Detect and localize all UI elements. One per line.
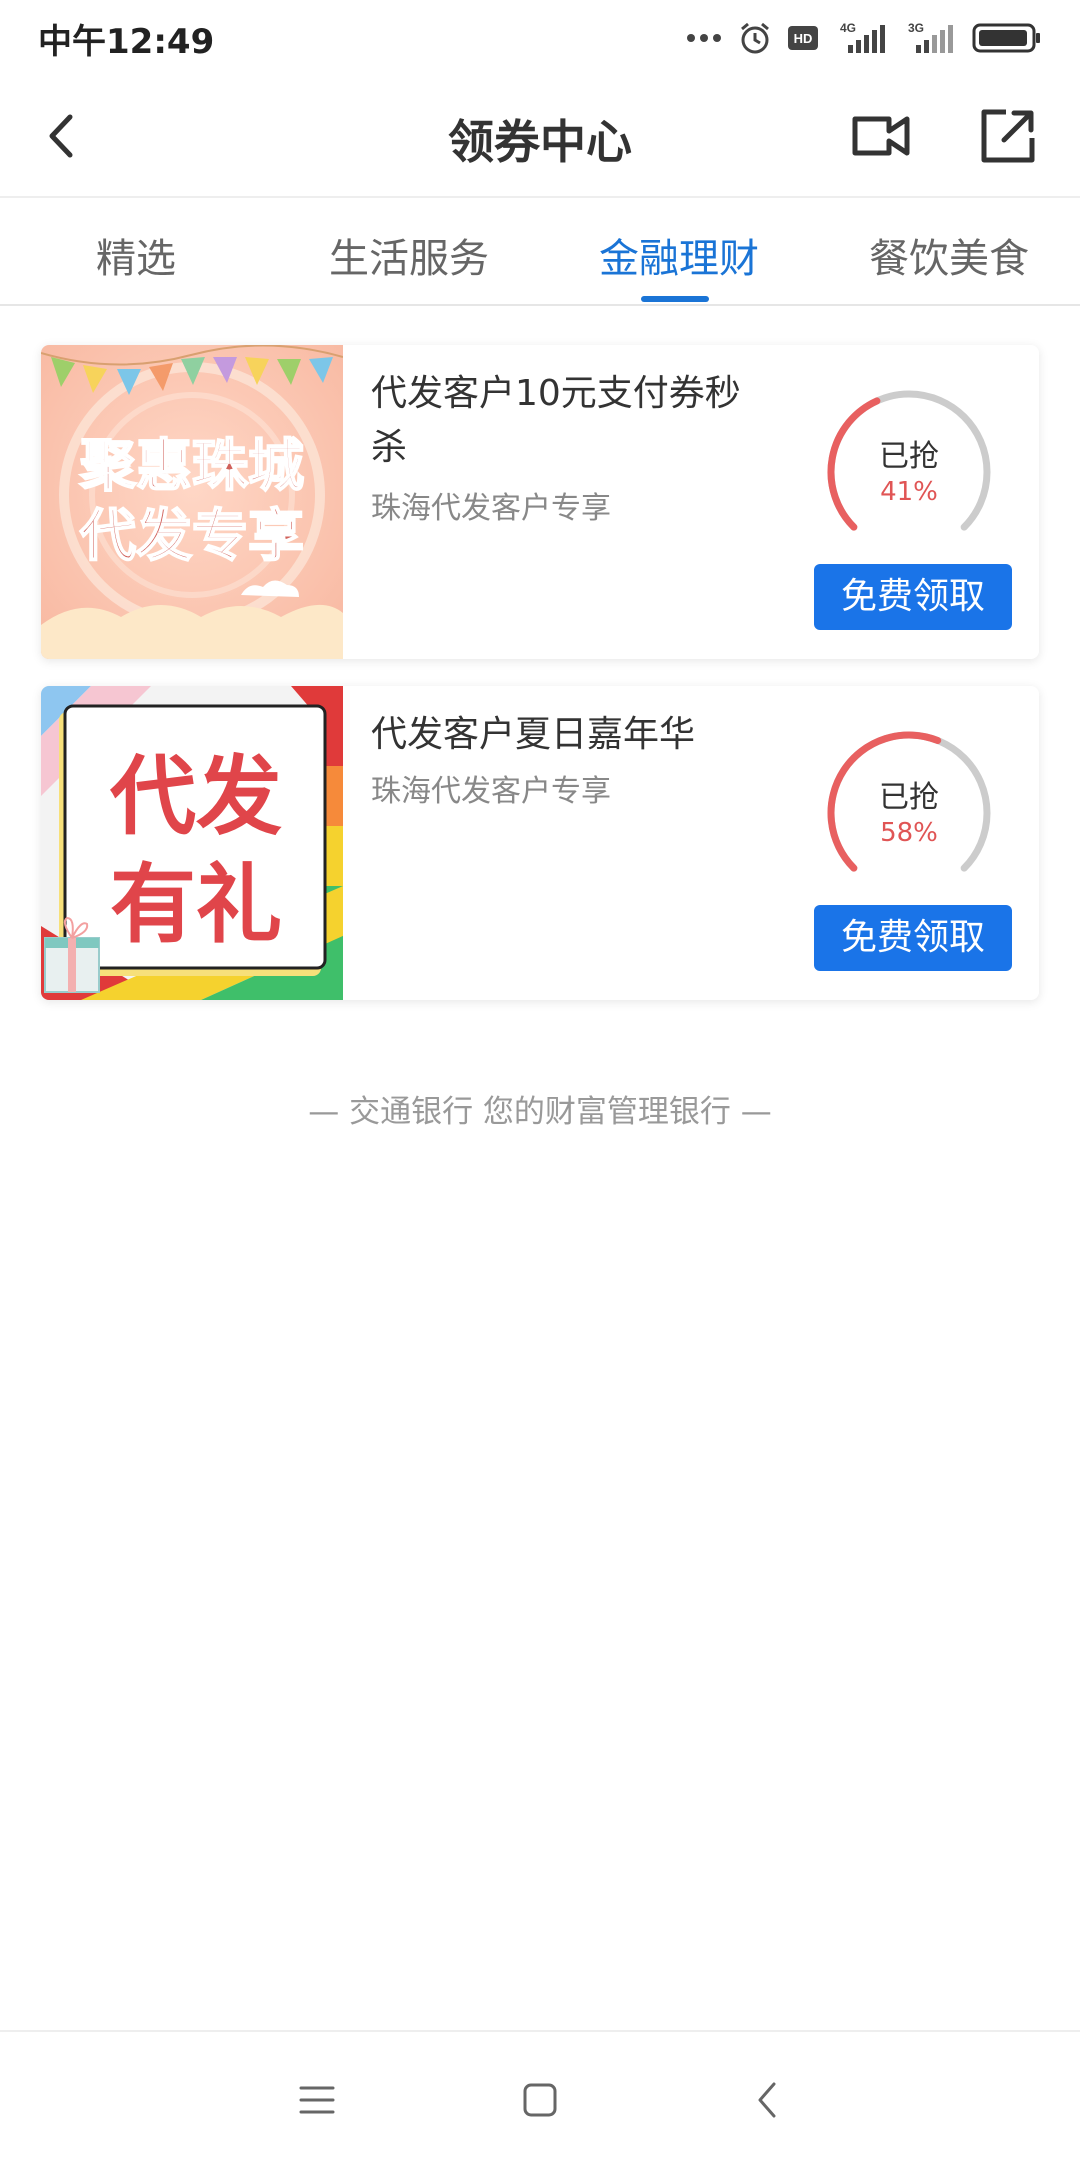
coupon-title: 代发客户夏日嘉年华: [371, 714, 696, 755]
tab-life-services[interactable]: 生活服务: [329, 226, 489, 284]
tab-featured[interactable]: 精选: [96, 226, 176, 284]
tab-dining[interactable]: 餐饮美食: [869, 226, 1029, 284]
claim-free-button[interactable]: 免费领取: [814, 905, 1012, 971]
coupon-image: 聚惠珠城 代发专享: [41, 345, 343, 659]
coupon-image: 代发 有礼: [41, 686, 343, 1000]
header: 领券中心: [0, 76, 1080, 198]
coupon-card[interactable]: 聚惠珠城 代发专享 代发客户10元支付券秒杀 珠海代发客户专享 已抢 41% 免…: [41, 345, 1039, 659]
home-square-icon: [523, 2083, 557, 2117]
claim-free-button[interactable]: 免费领取: [814, 564, 1012, 630]
gauge-value: 58%: [880, 818, 938, 848]
svg-text:代发: 代发: [109, 746, 282, 847]
tab-finance[interactable]: 金融理财: [599, 226, 759, 284]
coupon-card[interactable]: 代发 有礼 代发客户夏日嘉年华 珠海代发客户专享 已抢 58% 免费领取: [41, 686, 1039, 1000]
coupon-subtitle: 珠海代发客户专享: [371, 774, 611, 809]
status-time: 中午12:49: [38, 21, 215, 62]
claim-progress-gauge: 已抢 41%: [824, 387, 994, 557]
battery-icon: [972, 22, 1042, 54]
nav-back-button[interactable]: [738, 2070, 798, 2130]
svg-text:3G: 3G: [908, 21, 924, 35]
coupon-subtitle: 珠海代发客户专享: [371, 491, 611, 526]
page-title: 领券中心: [448, 115, 632, 169]
category-tabs: 精选 生活服务 金融理财 餐饮美食: [0, 198, 1080, 306]
alarm-icon: [738, 21, 772, 55]
gauge-label: 已抢: [879, 780, 939, 815]
nav-home-button[interactable]: [510, 2070, 570, 2130]
footer-slogan: — 交通银行 您的财富管理银行 —: [308, 1094, 772, 1130]
svg-text:4G: 4G: [840, 21, 856, 35]
signal-4g-icon: 4G: [834, 21, 890, 55]
back-triangle-icon: [758, 2082, 776, 2118]
svg-text:有礼: 有礼: [110, 854, 282, 955]
share-icon: [981, 109, 1035, 163]
svg-text:聚惠珠城: 聚惠珠城: [79, 434, 304, 499]
gauge-value: 41%: [880, 477, 938, 507]
hd-icon: HD: [788, 26, 818, 50]
system-nav-bar: [0, 2030, 1080, 2160]
gauge-label: 已抢: [879, 439, 939, 474]
svg-text:代发专享: 代发专享: [79, 504, 304, 569]
nav-menu-button[interactable]: [287, 2070, 347, 2130]
tab-active-indicator: [641, 296, 709, 302]
coupon-title: 代发客户10元支付券秒杀: [371, 373, 741, 468]
claim-progress-gauge: 已抢 58%: [824, 728, 994, 898]
status-icons: HD 4G 3G: [686, 21, 1042, 55]
signal-3g-icon: 3G: [906, 21, 956, 55]
status-bar: 中午12:49 HD 4G 3G: [0, 0, 1080, 76]
menu-icon: [299, 2086, 335, 2114]
video-icon: [852, 116, 910, 156]
svg-text:HD: HD: [794, 31, 813, 46]
video-button[interactable]: [845, 104, 917, 168]
share-button[interactable]: [972, 104, 1044, 168]
more-dots-icon: [686, 32, 722, 44]
